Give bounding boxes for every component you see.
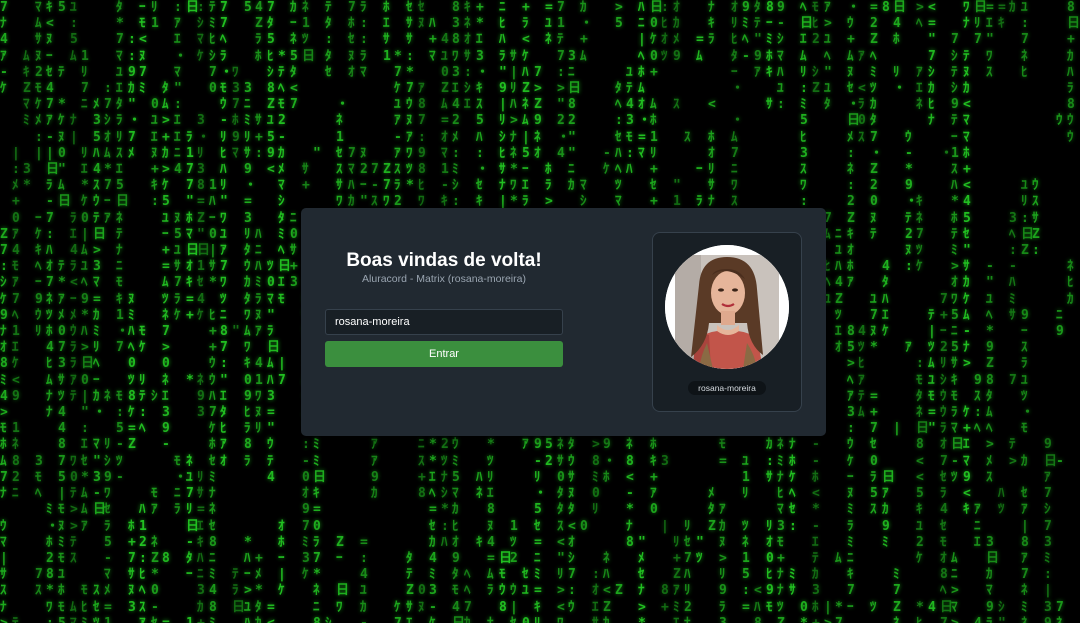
page-title: Boas vindas de volta! [346, 250, 542, 271]
avatar-photo [665, 245, 789, 369]
page-subtitle: Aluracord - Matrix (rosana-moreira) [362, 273, 526, 285]
avatar [665, 245, 789, 369]
profile-preview: rosana-moreira [652, 232, 802, 412]
login-card: Boas vindas de volta! Aluracord - Matrix… [301, 208, 826, 436]
submit-button[interactable]: Entrar [325, 341, 563, 367]
username-input[interactable] [325, 309, 563, 335]
username-label: rosana-moreira [688, 381, 766, 395]
